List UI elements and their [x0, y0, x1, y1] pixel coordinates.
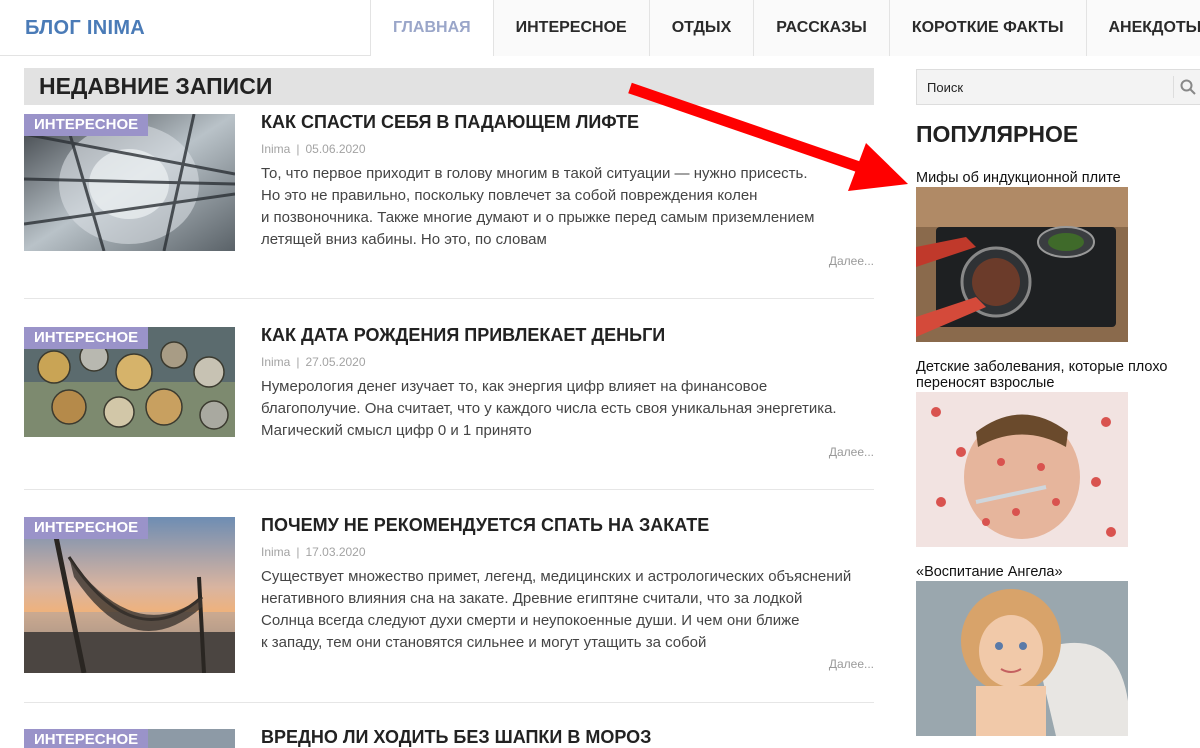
post-card: ИНТЕРЕСНОЕ ПОЧЕМУ НЕ РЕКОМЕНДУЕТСЯ СПАТЬ… [24, 515, 874, 687]
post-meta: Inima | 27.05.2020 [261, 355, 366, 369]
meta-separator: | [296, 545, 300, 559]
post-card: ИНТЕРЕСНОЕ КАК СПАСТИ СЕБЯ В ПАДАЮЩЕМ ЛИ… [24, 112, 874, 274]
post-thumbnail-winter[interactable]: ИНТЕРЕСНОЕ [24, 729, 235, 748]
excerpt-line: То, что первое приходит в голову многим … [261, 165, 808, 182]
post-meta: Inima | 05.06.2020 [261, 142, 366, 156]
nav-item-stories[interactable]: РАССКАЗЫ [753, 0, 889, 56]
popular-title: ПОПУЛЯРНОЕ [916, 121, 1079, 147]
popular-image-induction-cooktop[interactable] [916, 187, 1128, 342]
post-divider [24, 489, 874, 490]
post-divider [24, 702, 874, 703]
excerpt-line: Магический смысл цифр 0 и 1 принято [261, 422, 532, 439]
main-nav: ГЛАВНАЯ ИНТЕРЕСНОЕ ОТДЫХ РАССКАЗЫ КОРОТК… [370, 0, 1200, 56]
excerpt-line: Солнца всегда следуют духи смерти и неуп… [261, 612, 800, 629]
search-button[interactable] [1173, 76, 1200, 98]
nav-item-jokes[interactable]: АНЕКДОТЫ [1085, 0, 1200, 56]
nav-item-short-facts[interactable]: КОРОТКИЕ ФАКТЫ [888, 0, 1086, 56]
post-title[interactable]: ВРЕДНО ЛИ ХОДИТЬ БЕЗ ШАПКИ В МОРОЗ [261, 729, 651, 748]
post-title[interactable]: ПОЧЕМУ НЕ РЕКОМЕНДУЕТСЯ СПАТЬ НА ЗАКАТЕ [261, 515, 709, 536]
search-icon [1180, 79, 1196, 95]
post-thumbnail-elevator[interactable]: ИНТЕРЕСНОЕ [24, 114, 235, 251]
meta-separator: | [296, 142, 300, 156]
post-excerpt: Нумерология денег изучает то, как энерги… [261, 376, 873, 442]
post-excerpt: То, что первое приходит в голову многим … [261, 163, 873, 251]
post-author[interactable]: Inima [261, 355, 290, 369]
post-thumbnail-coins[interactable]: ИНТЕРЕСНОЕ [24, 327, 235, 437]
post-title[interactable]: КАК ДАТА РОЖДЕНИЯ ПРИВЛЕКАЕТ ДЕНЬГИ [261, 325, 665, 346]
section-title: НЕДАВНИЕ ЗАПИСИ [24, 68, 874, 105]
site-logo[interactable]: БЛОГ INIMA [25, 17, 145, 40]
post-card: ИНТЕРЕСНОЕ КАК ДАТА РОЖДЕНИЯ ПРИВЛЕКАЕТ … [24, 325, 874, 467]
excerpt-line: негативного влияния сна на закате. Древн… [261, 590, 803, 607]
nav-item-interesting[interactable]: ИНТЕРЕСНОЕ [492, 0, 649, 56]
category-badge[interactable]: ИНТЕРЕСНОЕ [24, 327, 149, 349]
post-thumbnail-hammock[interactable]: ИНТЕРЕСНОЕ [24, 517, 235, 673]
excerpt-line: Существует множество примет, легенд, мед… [261, 568, 852, 585]
post-excerpt: Существует множество примет, легенд, мед… [261, 566, 873, 654]
popular-image-angel-child[interactable] [916, 581, 1128, 736]
post-author[interactable]: Inima [261, 545, 290, 559]
category-badge[interactable]: ИНТЕРЕСНОЕ [24, 114, 149, 136]
popular-item-title[interactable]: Мифы об индукционной плите [916, 170, 1186, 186]
excerpt-line: летящей вниз кабины. Но это, по словам [261, 231, 547, 248]
read-more-link[interactable]: Далее... [829, 445, 874, 459]
popular-item-title[interactable]: Детские заболевания, которые плохо перен… [916, 359, 1186, 391]
popular-item[interactable]: «Воспитание Ангела» [916, 564, 1186, 736]
post-title[interactable]: КАК СПАСТИ СЕБЯ В ПАДАЮЩЕМ ЛИФТЕ [261, 112, 639, 133]
read-more-link[interactable]: Далее... [829, 254, 874, 268]
post-date: 05.06.2020 [305, 142, 366, 156]
read-more-link[interactable]: Далее... [829, 657, 874, 671]
excerpt-line: к западу, тем они становятся сильнее и м… [261, 634, 707, 651]
post-date: 27.05.2020 [305, 355, 366, 369]
popular-image-sick-man[interactable] [916, 392, 1128, 547]
post-divider [24, 298, 874, 299]
post-author[interactable]: Inima [261, 142, 290, 156]
category-badge[interactable]: ИНТЕРЕСНОЕ [24, 729, 149, 748]
site-header: БЛОГ INIMA ГЛАВНАЯ ИНТЕРЕСНОЕ ОТДЫХ РАСС… [0, 0, 1200, 56]
category-badge[interactable]: ИНТЕРЕСНОЕ [24, 517, 149, 539]
excerpt-line: Но это не правильно, поскольку повлечет … [261, 187, 758, 204]
popular-item-title[interactable]: «Воспитание Ангела» [916, 564, 1186, 580]
excerpt-line: благополучие. Она считает, что у каждого… [261, 400, 837, 417]
post-date: 17.03.2020 [305, 545, 366, 559]
nav-item-rest[interactable]: ОТДЫХ [648, 0, 754, 56]
post-meta: Inima | 17.03.2020 [261, 545, 366, 559]
search-input[interactable] [917, 70, 1172, 104]
nav-item-home[interactable]: ГЛАВНАЯ [370, 0, 493, 56]
popular-item[interactable]: Мифы об индукционной плите [916, 170, 1186, 342]
excerpt-line: и позвоночника. Также многие думают и о … [261, 209, 815, 226]
search-box [916, 69, 1200, 105]
excerpt-line: Нумерология денег изучает то, как энерги… [261, 378, 768, 395]
meta-separator: | [296, 355, 300, 369]
post-card: ИНТЕРЕСНОЕ ВРЕДНО ЛИ ХОДИТЬ БЕЗ ШАПКИ В … [24, 729, 874, 748]
popular-item[interactable]: Детские заболевания, которые плохо перен… [916, 359, 1186, 547]
